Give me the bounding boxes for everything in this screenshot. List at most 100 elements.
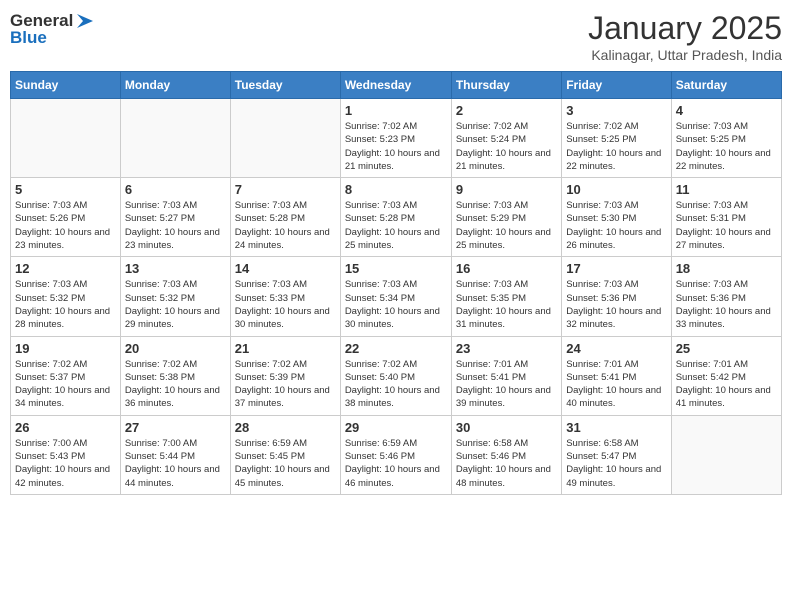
day-number: 29 bbox=[345, 420, 447, 435]
weekday-header-friday: Friday bbox=[562, 72, 671, 99]
day-number: 25 bbox=[676, 341, 777, 356]
calendar-cell: 26 Sunrise: 7:00 AMSunset: 5:43 PMDaylig… bbox=[11, 415, 121, 494]
calendar-cell: 6 Sunrise: 7:03 AMSunset: 5:27 PMDayligh… bbox=[120, 178, 230, 257]
calendar-week-row: 19 Sunrise: 7:02 AMSunset: 5:37 PMDaylig… bbox=[11, 336, 782, 415]
calendar-cell: 5 Sunrise: 7:03 AMSunset: 5:26 PMDayligh… bbox=[11, 178, 121, 257]
day-info: Sunrise: 7:00 AMSunset: 5:44 PMDaylight:… bbox=[125, 437, 226, 490]
day-number: 15 bbox=[345, 261, 447, 276]
day-number: 22 bbox=[345, 341, 447, 356]
day-number: 21 bbox=[235, 341, 336, 356]
calendar-cell: 3 Sunrise: 7:02 AMSunset: 5:25 PMDayligh… bbox=[562, 99, 671, 178]
calendar-subtitle: Kalinagar, Uttar Pradesh, India bbox=[588, 47, 782, 63]
calendar-cell bbox=[120, 99, 230, 178]
calendar-cell: 8 Sunrise: 7:03 AMSunset: 5:28 PMDayligh… bbox=[340, 178, 451, 257]
day-info: Sunrise: 7:03 AMSunset: 5:27 PMDaylight:… bbox=[125, 199, 226, 252]
day-number: 9 bbox=[456, 182, 557, 197]
day-info: Sunrise: 7:03 AMSunset: 5:36 PMDaylight:… bbox=[566, 278, 666, 331]
calendar-cell: 30 Sunrise: 6:58 AMSunset: 5:46 PMDaylig… bbox=[451, 415, 561, 494]
calendar-cell: 11 Sunrise: 7:03 AMSunset: 5:31 PMDaylig… bbox=[671, 178, 781, 257]
day-info: Sunrise: 7:03 AMSunset: 5:32 PMDaylight:… bbox=[125, 278, 226, 331]
weekday-header-saturday: Saturday bbox=[671, 72, 781, 99]
calendar-cell: 15 Sunrise: 7:03 AMSunset: 5:34 PMDaylig… bbox=[340, 257, 451, 336]
calendar-cell: 19 Sunrise: 7:02 AMSunset: 5:37 PMDaylig… bbox=[11, 336, 121, 415]
day-info: Sunrise: 7:03 AMSunset: 5:32 PMDaylight:… bbox=[15, 278, 116, 331]
weekday-header-tuesday: Tuesday bbox=[230, 72, 340, 99]
day-number: 6 bbox=[125, 182, 226, 197]
calendar-cell: 7 Sunrise: 7:03 AMSunset: 5:28 PMDayligh… bbox=[230, 178, 340, 257]
calendar-cell: 24 Sunrise: 7:01 AMSunset: 5:41 PMDaylig… bbox=[562, 336, 671, 415]
calendar-week-row: 5 Sunrise: 7:03 AMSunset: 5:26 PMDayligh… bbox=[11, 178, 782, 257]
day-number: 7 bbox=[235, 182, 336, 197]
calendar-cell: 16 Sunrise: 7:03 AMSunset: 5:35 PMDaylig… bbox=[451, 257, 561, 336]
day-number: 30 bbox=[456, 420, 557, 435]
day-info: Sunrise: 7:02 AMSunset: 5:37 PMDaylight:… bbox=[15, 358, 116, 411]
day-info: Sunrise: 7:03 AMSunset: 5:28 PMDaylight:… bbox=[345, 199, 447, 252]
title-section: January 2025 Kalinagar, Uttar Pradesh, I… bbox=[588, 10, 782, 63]
day-number: 3 bbox=[566, 103, 666, 118]
calendar-cell: 25 Sunrise: 7:01 AMSunset: 5:42 PMDaylig… bbox=[671, 336, 781, 415]
day-info: Sunrise: 7:01 AMSunset: 5:41 PMDaylight:… bbox=[456, 358, 557, 411]
calendar-cell: 10 Sunrise: 7:03 AMSunset: 5:30 PMDaylig… bbox=[562, 178, 671, 257]
calendar-cell: 23 Sunrise: 7:01 AMSunset: 5:41 PMDaylig… bbox=[451, 336, 561, 415]
day-info: Sunrise: 7:02 AMSunset: 5:24 PMDaylight:… bbox=[456, 120, 557, 173]
day-number: 12 bbox=[15, 261, 116, 276]
day-number: 27 bbox=[125, 420, 226, 435]
page-header: General Blue January 2025 Kalinagar, Utt… bbox=[10, 10, 782, 63]
day-number: 17 bbox=[566, 261, 666, 276]
weekday-header-monday: Monday bbox=[120, 72, 230, 99]
calendar-title: January 2025 bbox=[588, 10, 782, 47]
day-number: 31 bbox=[566, 420, 666, 435]
day-info: Sunrise: 7:00 AMSunset: 5:43 PMDaylight:… bbox=[15, 437, 116, 490]
calendar-cell: 20 Sunrise: 7:02 AMSunset: 5:38 PMDaylig… bbox=[120, 336, 230, 415]
day-number: 23 bbox=[456, 341, 557, 356]
day-info: Sunrise: 7:03 AMSunset: 5:31 PMDaylight:… bbox=[676, 199, 777, 252]
day-info: Sunrise: 7:02 AMSunset: 5:38 PMDaylight:… bbox=[125, 358, 226, 411]
calendar-cell: 1 Sunrise: 7:02 AMSunset: 5:23 PMDayligh… bbox=[340, 99, 451, 178]
weekday-header-wednesday: Wednesday bbox=[340, 72, 451, 99]
weekday-header-sunday: Sunday bbox=[11, 72, 121, 99]
calendar-week-row: 26 Sunrise: 7:00 AMSunset: 5:43 PMDaylig… bbox=[11, 415, 782, 494]
day-info: Sunrise: 7:03 AMSunset: 5:33 PMDaylight:… bbox=[235, 278, 336, 331]
day-info: Sunrise: 7:02 AMSunset: 5:25 PMDaylight:… bbox=[566, 120, 666, 173]
day-number: 14 bbox=[235, 261, 336, 276]
day-number: 5 bbox=[15, 182, 116, 197]
calendar-week-row: 12 Sunrise: 7:03 AMSunset: 5:32 PMDaylig… bbox=[11, 257, 782, 336]
calendar-cell: 14 Sunrise: 7:03 AMSunset: 5:33 PMDaylig… bbox=[230, 257, 340, 336]
calendar-cell: 17 Sunrise: 7:03 AMSunset: 5:36 PMDaylig… bbox=[562, 257, 671, 336]
weekday-header-thursday: Thursday bbox=[451, 72, 561, 99]
day-info: Sunrise: 7:03 AMSunset: 5:26 PMDaylight:… bbox=[15, 199, 116, 252]
day-info: Sunrise: 7:02 AMSunset: 5:40 PMDaylight:… bbox=[345, 358, 447, 411]
logo: General Blue bbox=[10, 10, 97, 48]
calendar-cell: 13 Sunrise: 7:03 AMSunset: 5:32 PMDaylig… bbox=[120, 257, 230, 336]
calendar-cell bbox=[11, 99, 121, 178]
day-number: 11 bbox=[676, 182, 777, 197]
logo-blue-text: Blue bbox=[10, 28, 47, 48]
calendar-cell: 2 Sunrise: 7:02 AMSunset: 5:24 PMDayligh… bbox=[451, 99, 561, 178]
day-info: Sunrise: 7:02 AMSunset: 5:39 PMDaylight:… bbox=[235, 358, 336, 411]
day-info: Sunrise: 7:03 AMSunset: 5:34 PMDaylight:… bbox=[345, 278, 447, 331]
calendar-cell bbox=[671, 415, 781, 494]
day-info: Sunrise: 7:01 AMSunset: 5:42 PMDaylight:… bbox=[676, 358, 777, 411]
calendar-cell: 12 Sunrise: 7:03 AMSunset: 5:32 PMDaylig… bbox=[11, 257, 121, 336]
day-info: Sunrise: 6:59 AMSunset: 5:45 PMDaylight:… bbox=[235, 437, 336, 490]
calendar-cell: 27 Sunrise: 7:00 AMSunset: 5:44 PMDaylig… bbox=[120, 415, 230, 494]
day-info: Sunrise: 7:03 AMSunset: 5:35 PMDaylight:… bbox=[456, 278, 557, 331]
day-number: 2 bbox=[456, 103, 557, 118]
day-info: Sunrise: 7:03 AMSunset: 5:28 PMDaylight:… bbox=[235, 199, 336, 252]
day-info: Sunrise: 6:58 AMSunset: 5:46 PMDaylight:… bbox=[456, 437, 557, 490]
day-info: Sunrise: 6:59 AMSunset: 5:46 PMDaylight:… bbox=[345, 437, 447, 490]
day-number: 19 bbox=[15, 341, 116, 356]
calendar-cell: 18 Sunrise: 7:03 AMSunset: 5:36 PMDaylig… bbox=[671, 257, 781, 336]
day-info: Sunrise: 7:03 AMSunset: 5:25 PMDaylight:… bbox=[676, 120, 777, 173]
day-number: 18 bbox=[676, 261, 777, 276]
day-info: Sunrise: 7:03 AMSunset: 5:36 PMDaylight:… bbox=[676, 278, 777, 331]
day-info: Sunrise: 7:03 AMSunset: 5:29 PMDaylight:… bbox=[456, 199, 557, 252]
day-number: 10 bbox=[566, 182, 666, 197]
day-number: 24 bbox=[566, 341, 666, 356]
day-info: Sunrise: 6:58 AMSunset: 5:47 PMDaylight:… bbox=[566, 437, 666, 490]
calendar-cell: 22 Sunrise: 7:02 AMSunset: 5:40 PMDaylig… bbox=[340, 336, 451, 415]
day-number: 28 bbox=[235, 420, 336, 435]
calendar-cell: 21 Sunrise: 7:02 AMSunset: 5:39 PMDaylig… bbox=[230, 336, 340, 415]
day-number: 4 bbox=[676, 103, 777, 118]
calendar-cell: 28 Sunrise: 6:59 AMSunset: 5:45 PMDaylig… bbox=[230, 415, 340, 494]
